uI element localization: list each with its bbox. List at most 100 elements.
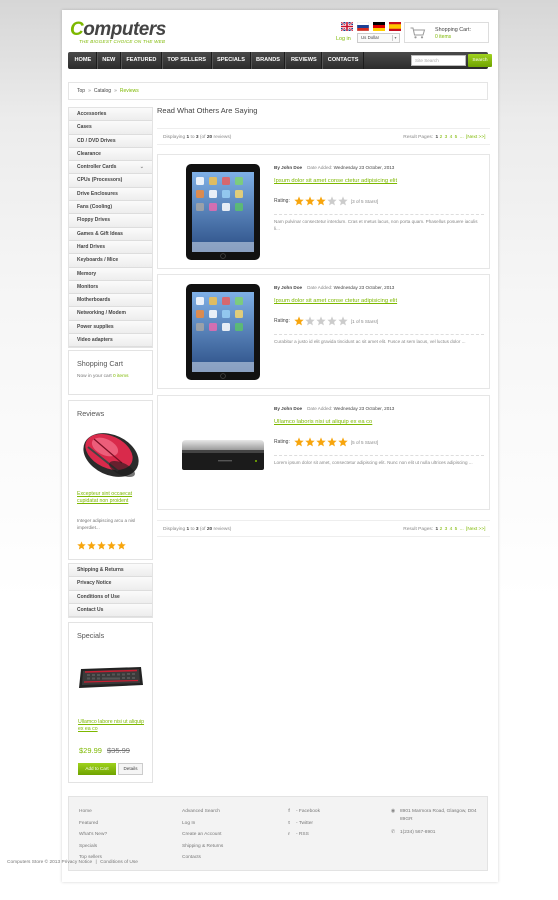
review-title-link[interactable]: Ullamco laboris nisi ut aliquip ex ea co bbox=[274, 419, 372, 425]
category-item[interactable]: Cases bbox=[69, 121, 152, 135]
info-link[interactable]: Contact Us bbox=[69, 603, 152, 618]
category-item[interactable]: Accessories bbox=[69, 108, 152, 122]
pager-page-link[interactable]: 3 bbox=[445, 527, 448, 532]
login-link[interactable]: Log in bbox=[336, 36, 351, 42]
pager-page-link[interactable]: 5 bbox=[455, 135, 458, 140]
review-divider bbox=[274, 455, 484, 456]
reviews-title: Reviews bbox=[77, 409, 105, 418]
review-title-link[interactable]: Ipsum dolor sit amet conse ctetur adipis… bbox=[274, 178, 397, 184]
review-title-link[interactable]: Ipsum dolor sit amet conse ctetur adipis… bbox=[274, 298, 397, 304]
keyboard-product-image[interactable] bbox=[77, 661, 145, 693]
site-logo[interactable]: Computers THE BIGGEST CHOICE ON THE WEB bbox=[70, 20, 166, 44]
nav-item-featured[interactable]: FEATURED bbox=[120, 52, 162, 69]
category-item[interactable]: Monitors bbox=[69, 280, 152, 295]
footer-social-link[interactable]: f - Facebook bbox=[285, 806, 320, 818]
russian-flag-icon[interactable] bbox=[357, 22, 369, 31]
footer-link[interactable]: Shipping & Returns bbox=[182, 841, 223, 853]
breadcrumb-top[interactable]: Top bbox=[77, 88, 85, 94]
star-empty-icon bbox=[338, 316, 348, 326]
category-item[interactable]: CD / DVD Drives bbox=[69, 134, 152, 148]
footer-link[interactable]: Log In bbox=[182, 818, 223, 830]
review-text: Curabitur a justo id elit gravida tincid… bbox=[274, 339, 466, 344]
ipad-product-image[interactable] bbox=[178, 283, 268, 381]
currency-select[interactable]: Us Dollar ▾ bbox=[357, 33, 400, 43]
category-item[interactable]: Keyboards / Mice bbox=[69, 254, 152, 268]
review-rating-row: Rating: [5 of 5 Stars!] bbox=[274, 437, 378, 447]
category-item-expandable[interactable]: Controller Cards ⌄ bbox=[69, 161, 152, 175]
category-item[interactable]: Memory bbox=[69, 267, 152, 281]
footer-link[interactable]: Specials bbox=[79, 841, 107, 853]
nav-item-reviews[interactable]: REVIEWS bbox=[285, 52, 323, 69]
footer-social-link[interactable]: t - Twitter bbox=[285, 818, 320, 830]
special-product-link[interactable]: Ullamco labore nisi ut aliquip ex ea co bbox=[78, 719, 148, 733]
footer-link[interactable]: Create an Account bbox=[182, 829, 223, 841]
breadcrumb-separator: » bbox=[88, 88, 91, 94]
pager-page-link[interactable]: 3 bbox=[445, 135, 448, 140]
info-link[interactable]: Privacy Notice bbox=[69, 577, 152, 591]
shopping-cart-title: Shopping Cart bbox=[77, 359, 123, 368]
privacy-link[interactable]: Privacy Notice bbox=[62, 860, 93, 865]
chevron-down-icon: ⌄ bbox=[139, 164, 144, 171]
footer-link[interactable]: Contacts bbox=[182, 852, 223, 864]
category-item[interactable]: Fans (Cooling) bbox=[69, 201, 152, 215]
mouse-product-image[interactable] bbox=[78, 425, 144, 481]
category-item[interactable]: Floppy Drives bbox=[69, 214, 152, 228]
add-to-cart-button[interactable]: Add to Cart bbox=[78, 763, 116, 775]
category-item[interactable]: Hard Drives bbox=[69, 240, 152, 255]
category-item[interactable]: Drive Enclosures bbox=[69, 187, 152, 202]
mac-mini-product-image[interactable] bbox=[178, 404, 268, 502]
star-filled-icon bbox=[97, 541, 106, 550]
conditions-link[interactable]: Conditions of Use bbox=[100, 860, 138, 865]
pager-page-link[interactable]: 4 bbox=[450, 527, 453, 532]
copyright-store[interactable]: Computers Store bbox=[7, 860, 43, 865]
english-flag-icon[interactable] bbox=[341, 22, 353, 31]
header-cart[interactable]: Shopping Cart: 0 items bbox=[404, 22, 489, 43]
cart-status-count[interactable]: 0 items bbox=[113, 374, 128, 379]
search-button[interactable]: Search bbox=[468, 54, 492, 67]
pager-page-link[interactable]: 2 bbox=[440, 527, 443, 532]
details-button[interactable]: Details bbox=[118, 763, 143, 775]
nav-item-brands[interactable]: BRANDS bbox=[250, 52, 286, 69]
review-product-link[interactable]: Excepteur sint occaecat cupidatat non pr… bbox=[77, 491, 147, 505]
pager-next-link[interactable]: [Next >>] bbox=[466, 135, 485, 140]
pager-page-link[interactable]: 5 bbox=[455, 527, 458, 532]
review-meta: By John Doe Date Added: Wednesday 23 Octo… bbox=[274, 285, 394, 290]
nav-item-contacts[interactable]: CONTACTS bbox=[322, 52, 364, 69]
german-flag-icon[interactable] bbox=[373, 22, 385, 31]
category-item[interactable]: Video adapters bbox=[69, 334, 152, 348]
category-item[interactable]: Networking / Modem bbox=[69, 307, 152, 321]
footer-column-main: Home Featured What's New? Specials Top selle… bbox=[79, 806, 107, 864]
footer-link[interactable]: What's New? bbox=[79, 829, 107, 841]
twitter-icon: t bbox=[288, 820, 290, 826]
cart-status-text: Now in your cart bbox=[77, 374, 112, 379]
search-input[interactable]: Site Search bbox=[411, 55, 466, 66]
nav-item-home[interactable]: HOME bbox=[70, 52, 97, 69]
footer-link[interactable]: Featured bbox=[79, 818, 107, 830]
info-link[interactable]: Shipping & Returns bbox=[69, 564, 152, 578]
category-item[interactable]: CPUs (Processors) bbox=[69, 174, 152, 188]
special-old-price: $35.99 bbox=[107, 746, 130, 755]
pager-current-page: 1 bbox=[435, 135, 439, 140]
breadcrumb-catalog[interactable]: Catalog bbox=[94, 88, 111, 94]
nav-item-new[interactable]: NEW bbox=[96, 52, 121, 69]
category-item[interactable]: Power supplies bbox=[69, 320, 152, 335]
pager-page-link[interactable]: 2 bbox=[440, 135, 443, 140]
pager-ellipsis: ... bbox=[459, 527, 464, 532]
category-item[interactable]: Clearance bbox=[69, 147, 152, 162]
nav-item-specials[interactable]: SPECIALS bbox=[211, 52, 251, 69]
footer-link[interactable]: Home bbox=[79, 806, 107, 818]
footer-link[interactable]: Advanced Search bbox=[182, 806, 223, 818]
pager-page-link[interactable]: 4 bbox=[450, 135, 453, 140]
ipad-product-image[interactable] bbox=[178, 163, 268, 261]
footer-social-link[interactable]: r - RSS bbox=[285, 829, 320, 841]
category-item[interactable]: Motherboards bbox=[69, 294, 152, 308]
info-link[interactable]: Conditions of Use bbox=[69, 590, 152, 604]
breadcrumb: Top» Catalog» Reviews bbox=[68, 82, 488, 100]
nav-items: HOME NEW FEATURED TOP SELLERS SPECIALS BRANDS… bbox=[70, 52, 364, 69]
review-rating-row: Rating: [3 of 5 Stars!] bbox=[274, 196, 378, 206]
review-author: By John Doe bbox=[274, 165, 303, 170]
spanish-flag-icon[interactable] bbox=[389, 22, 401, 31]
nav-item-top-sellers[interactable]: TOP SELLERS bbox=[161, 52, 212, 69]
category-item[interactable]: Games & Gift Ideas bbox=[69, 227, 152, 241]
pager-next-link[interactable]: [Next >>] bbox=[466, 527, 485, 532]
